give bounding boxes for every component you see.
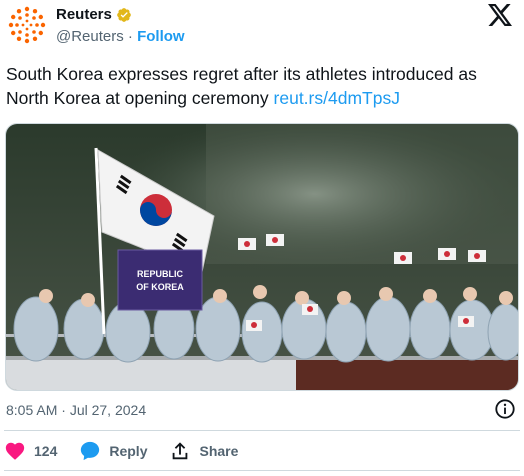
x-logo-icon[interactable]	[488, 4, 512, 26]
tweet-body: South Korea expresses regret after its a…	[6, 64, 477, 108]
heart-icon	[5, 442, 25, 460]
info-icon[interactable]	[494, 398, 516, 420]
like-count: 124	[34, 443, 58, 459]
tweet-text: South Korea expresses regret after its a…	[6, 62, 516, 110]
athletes-boat-photo: REPUBLIC OF KOREA	[6, 124, 518, 390]
tweet-date: Jul 27, 2024	[69, 402, 147, 418]
follow-button[interactable]: Follow	[137, 28, 185, 45]
author-name-row: Reuters	[56, 6, 132, 24]
like-button[interactable]: 124	[4, 440, 57, 462]
tweet-header: Reuters @Reuters · Follow	[0, 0, 524, 52]
reuters-logo-avatar[interactable]	[8, 6, 46, 44]
banner-text-line2: OF KOREA	[136, 282, 184, 292]
banner-text-line1: REPUBLIC	[137, 269, 184, 279]
share-button[interactable]: Share	[169, 440, 238, 462]
tweet-time: 8:05 AM	[6, 402, 58, 418]
tweet-link[interactable]: reut.rs/4dmTpsJ	[274, 88, 400, 108]
author-handle[interactable]: @Reuters	[56, 28, 124, 45]
verified-badge-icon	[117, 8, 131, 22]
divider	[4, 430, 520, 431]
share-label: Share	[199, 443, 239, 459]
share-upload-icon	[173, 442, 188, 460]
author-handle-row: @Reuters · Follow	[56, 28, 185, 46]
reply-bubble-icon	[81, 441, 100, 461]
handle-separator: ·	[127, 28, 133, 45]
author-display-name[interactable]: Reuters	[56, 6, 112, 24]
meta-separator: ·	[61, 402, 66, 418]
bottom-divider	[4, 470, 520, 471]
tweet-media-photo[interactable]: REPUBLIC OF KOREA	[5, 123, 519, 391]
reply-label: Reply	[109, 443, 148, 459]
reply-button[interactable]: Reply	[79, 440, 147, 462]
tweet-actions: 124 Reply Share	[4, 438, 238, 464]
tweet-timestamp[interactable]: 8:05 AM · Jul 27, 2024	[6, 402, 146, 418]
